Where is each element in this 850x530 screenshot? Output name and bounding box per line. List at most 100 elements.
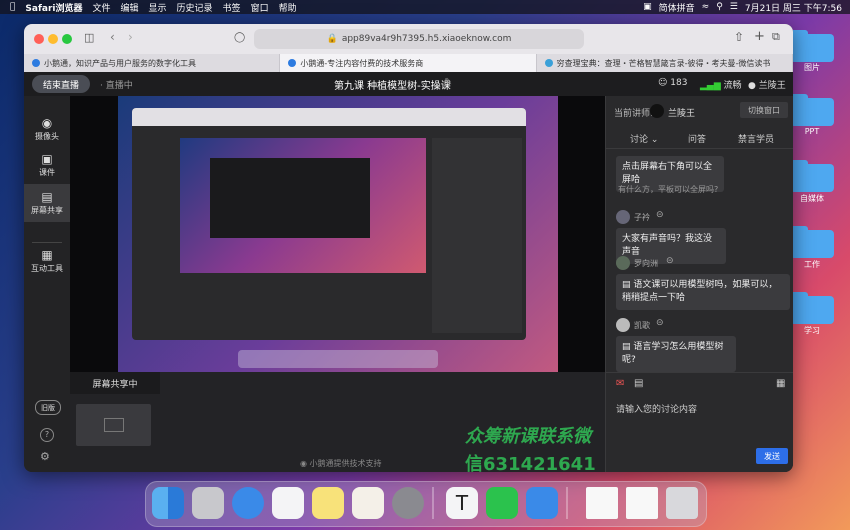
sidebar-item-interactive-tools[interactable]: ▦ 互动工具 <box>24 248 70 274</box>
trash-icon[interactable] <box>666 487 698 519</box>
search-icon[interactable]: ⚲ <box>716 2 723 12</box>
finder-icon[interactable] <box>152 487 184 519</box>
message-author: 凯歌 <box>634 321 650 330</box>
sidebar-item-courseware[interactable]: ▣ 课件 <box>24 152 70 178</box>
close-window-button[interactable] <box>34 34 44 44</box>
tab-overview-icon[interactable]: ⧉ <box>772 30 780 44</box>
menu-app-name[interactable]: Safari浏览器 <box>25 1 82 14</box>
safari-icon[interactable] <box>232 487 264 519</box>
minimize-window-button[interactable] <box>48 34 58 44</box>
mute-user-icon[interactable]: ⊝ <box>656 318 664 328</box>
status-icon[interactable]: ▣ <box>643 2 652 12</box>
menu-edit[interactable]: 编辑 <box>121 1 139 14</box>
tab-favicon-icon <box>288 59 297 67</box>
document-icon: ▤ <box>622 280 634 290</box>
tab-discussion[interactable]: 讨论 ⌄ <box>630 132 658 145</box>
reminders-icon[interactable] <box>272 487 304 519</box>
discussion-input[interactable]: 请输入您的讨论内容 <box>616 402 786 415</box>
tab-label: 穷查理宝典：查理・芒格智慧箴言录-彼得・考夫曼-微信读书 <box>556 58 771 68</box>
folder-icon[interactable] <box>790 94 834 126</box>
control-center-icon[interactable]: ☰ <box>730 2 738 12</box>
privacy-shield-icon[interactable]: ◯ <box>234 32 245 43</box>
folder-icon[interactable] <box>790 160 834 192</box>
url-text: app89va4r9h7395.h5.xiaoeknow.com <box>341 34 512 44</box>
address-bar[interactable]: 🔒 app89va4r9h7395.h5.xiaoeknow.com <box>254 29 584 49</box>
folder-label: 自媒体 <box>800 194 824 203</box>
network-status-value: 流畅 <box>723 81 742 91</box>
folder-icon[interactable] <box>790 226 834 258</box>
menu-help[interactable]: 帮助 <box>279 1 297 14</box>
system-preferences-icon[interactable] <box>392 487 424 519</box>
host-profile[interactable]: ● 兰陵王 <box>748 78 786 91</box>
menu-bookmarks[interactable]: 书签 <box>223 1 241 14</box>
old-version-button[interactable]: 旧版 <box>35 400 61 415</box>
tool-sidebar: ◉ 摄像头 ▣ 课件 ▤ 屏幕共享 ▦ 互动工具 旧版 ? ⚙ <box>24 96 70 472</box>
sidebar-item-camera[interactable]: ◉ 摄像头 <box>24 116 70 142</box>
tab-bar: 小鹅通，知识产品与用户服务的数字化工具 小鹅通-专注内容付费的技术服务商 穷查理… <box>24 54 793 72</box>
input-method[interactable]: 简体拼音 <box>659 1 695 14</box>
network-status: ▂▄▆ 流畅 <box>700 78 742 91</box>
feishu-icon[interactable] <box>526 487 558 519</box>
folder-icon[interactable]: ▤ <box>634 378 643 389</box>
title-bar: ◫ ‹ › ◯ 🔒 app89va4r9h7395.h5.xiaoeknow.c… <box>24 24 793 54</box>
typora-icon[interactable]: T <box>446 487 478 519</box>
lock-icon: 🔒 <box>326 34 338 44</box>
apple-icon[interactable]:  <box>10 2 15 12</box>
send-button[interactable]: 发送 <box>756 448 788 464</box>
message-author: 罗向洲 <box>634 259 658 268</box>
back-icon[interactable]: ‹ <box>110 30 115 44</box>
sidebar-item-label: 屏幕共享 <box>31 206 63 215</box>
nested-chat-panel <box>432 138 522 333</box>
share-icon[interactable]: ⇧ <box>734 30 744 44</box>
settings-gear-icon[interactable]: ⚙ <box>40 450 50 463</box>
viewer-count-value: 183 <box>670 78 688 88</box>
menu-view[interactable]: 显示 <box>149 1 167 14</box>
tab-label: 小鹅通-专注内容付费的技术服务商 <box>300 58 424 68</box>
tab-qa[interactable]: 问答 <box>688 132 706 145</box>
folder-label: 工作 <box>804 260 820 269</box>
folder-label: PPT <box>804 127 820 136</box>
browser-tab[interactable]: 穷查理宝典：查理・芒格智慧箴言录-彼得・考夫曼-微信读书 <box>537 54 793 72</box>
browser-tab-active[interactable]: 小鹅通-专注内容付费的技术服务商 <box>280 54 537 72</box>
switch-window-button[interactable]: 切换窗口 <box>740 102 788 118</box>
chat-message-text: 语文课可以用模型树吗，如果可以，稍稍提点一下哈 <box>622 280 778 303</box>
grid-icon[interactable]: ▦ <box>776 378 785 389</box>
sidebar-toggle-icon[interactable]: ◫ <box>84 31 94 44</box>
folder-label: 图片 <box>804 63 820 72</box>
folder-icon[interactable] <box>790 30 834 62</box>
screen-share-thumbnail[interactable] <box>76 404 151 446</box>
tab-muted-students[interactable]: 禁言学员 <box>738 132 774 145</box>
document-icon[interactable] <box>626 487 658 519</box>
new-tab-icon[interactable]: + <box>754 29 765 44</box>
notes-icon[interactable] <box>312 487 344 519</box>
folder-icon[interactable] <box>790 292 834 324</box>
launchpad-icon[interactable] <box>192 487 224 519</box>
wifi-icon[interactable]: ≈ <box>702 2 710 12</box>
help-icon[interactable]: ? <box>40 428 54 442</box>
message-author: 子衿 <box>634 213 650 222</box>
end-live-button[interactable]: 结束直播 <box>32 75 90 93</box>
red-packet-icon[interactable]: ✉ <box>616 378 624 389</box>
macos-dock: T <box>145 481 707 527</box>
sidebar-item-screen-share[interactable]: ▤ 屏幕共享 <box>24 184 70 222</box>
menu-window[interactable]: 窗口 <box>251 1 269 14</box>
mute-user-icon[interactable]: ⊝ <box>656 210 664 220</box>
browser-tab[interactable]: 小鹅通，知识产品与用户服务的数字化工具 <box>24 54 281 72</box>
zoom-window-button[interactable] <box>62 34 72 44</box>
document-icon: ▤ <box>622 342 634 352</box>
speaker-name: 兰陵王 <box>668 109 696 119</box>
document-icon[interactable] <box>586 487 618 519</box>
forward-icon[interactable]: › <box>128 30 133 44</box>
chevron-down-icon: ⌄ <box>650 135 659 145</box>
clock[interactable]: 7月21日 周三 下午7:56 <box>745 1 842 14</box>
menu-file[interactable]: 文件 <box>92 1 110 14</box>
edit-title-icon[interactable]: ✎ <box>444 77 452 88</box>
viewer-count: ☺ 183 <box>658 78 687 88</box>
nested-dock <box>238 350 438 368</box>
menu-history[interactable]: 历史记录 <box>177 1 213 14</box>
mute-user-icon[interactable]: ⊝ <box>666 256 674 266</box>
pages-icon[interactable] <box>352 487 384 519</box>
powered-by-text: 小鹅通提供技术支持 <box>309 459 382 468</box>
wechat-icon[interactable] <box>486 487 518 519</box>
screen-share-preview <box>118 96 558 372</box>
